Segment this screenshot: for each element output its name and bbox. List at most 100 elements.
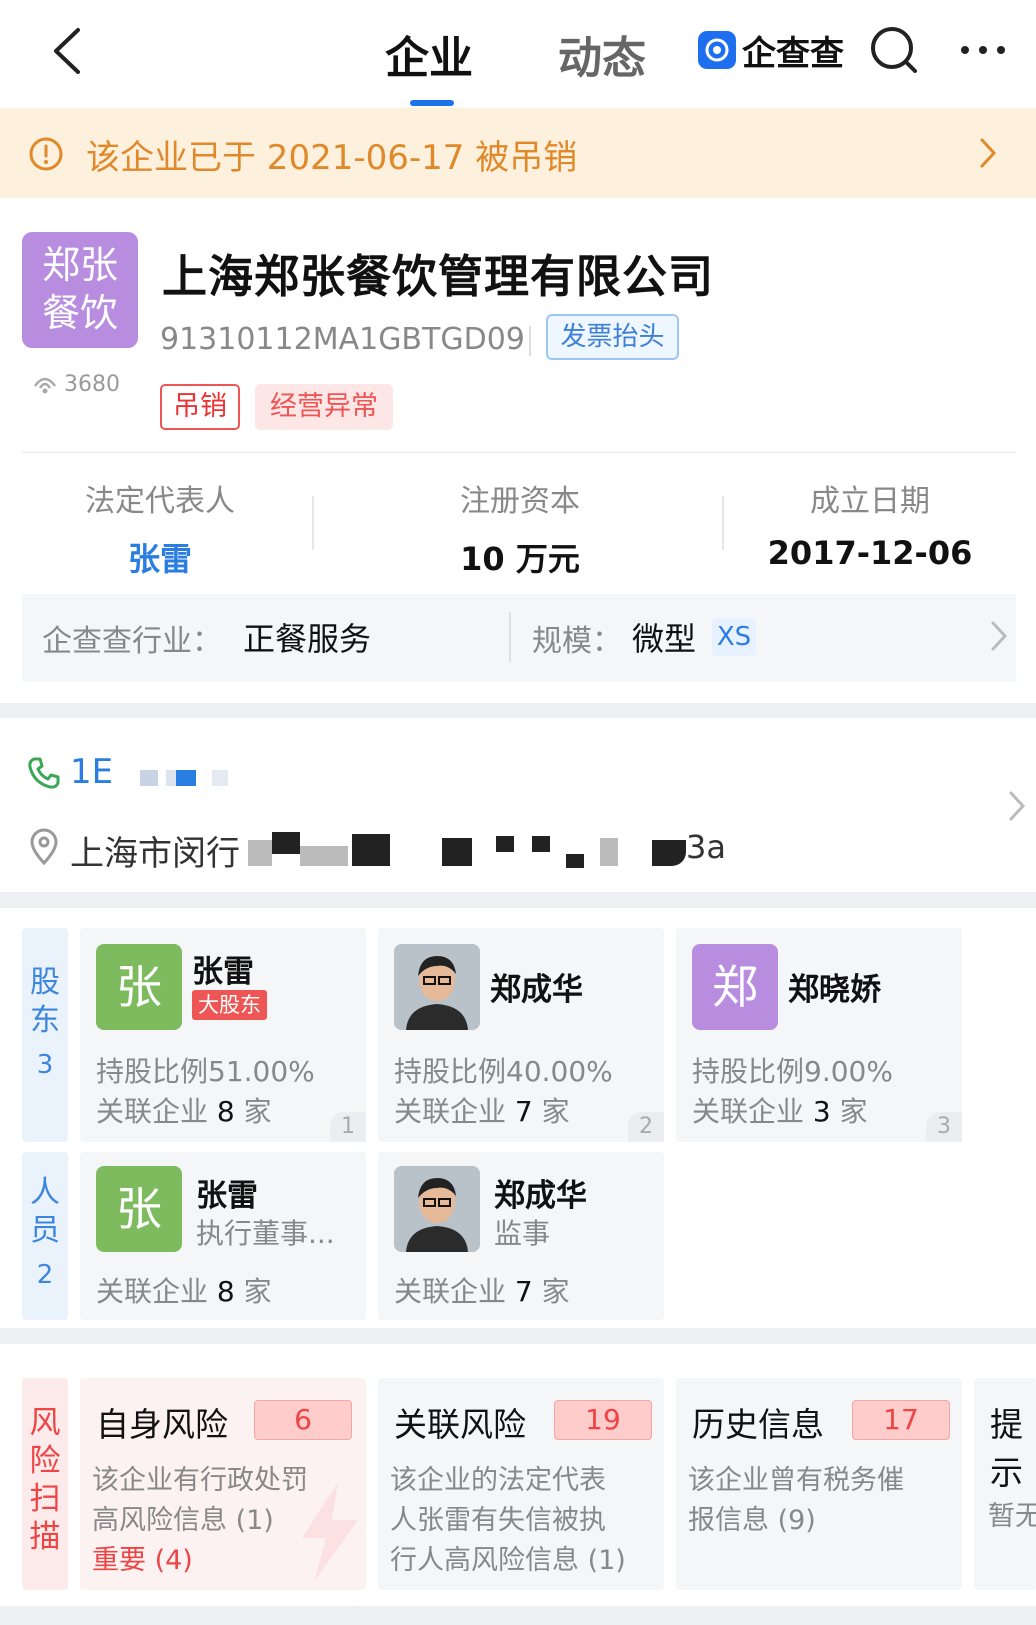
risk-count: 17 [852, 1400, 950, 1440]
redacted-block [352, 834, 390, 866]
qcc-logo-icon [698, 31, 736, 69]
industry-value: 正餐服务 [243, 620, 372, 658]
registered-capital: 注册资本 10 万元 [410, 476, 630, 580]
address-tail: 3a [686, 828, 726, 866]
risk-desc: 高风险信息 (1) [92, 1505, 274, 1536]
chevron-right-icon [1009, 791, 1026, 821]
redacted-block [300, 846, 348, 866]
founded-value: 2017-12-06 [767, 534, 973, 572]
founded-date: 成立日期 2017-12-06 [760, 476, 980, 572]
risk-card-hint[interactable]: 提示 暂无 [974, 1378, 1036, 1590]
risk-title: 自身风险 [96, 1405, 228, 1444]
risk-important: 重要 (4) [92, 1545, 193, 1576]
shareholder-card-2[interactable]: 郑成华 持股比例40.00% 关联企业 7 家 2 [378, 928, 664, 1142]
credit-code[interactable]: 91310112MA1GBTGD09 [160, 322, 525, 357]
risk-count: 6 [254, 1400, 352, 1440]
active-tab-indicator [410, 100, 454, 106]
view-count-value: 3680 [64, 372, 120, 397]
shareholder-card-1[interactable]: 张 张雷 大股东 持股比例51.00% 关联企业 8 家 1 [80, 928, 366, 1142]
share-ratio: 持股比例40.00% [394, 1055, 613, 1088]
risk-title: 提示 [990, 1405, 1023, 1492]
shareholder-card-3[interactable]: 郑 郑晓娇 持股比例9.00% 关联企业 3 家 3 [676, 928, 962, 1142]
shareholders-label: 股东 [30, 965, 60, 1038]
scale-label: 规模： [532, 624, 622, 659]
phone-number[interactable]: 1E [70, 752, 113, 792]
redacted-block [652, 840, 686, 866]
legal-representative: 法定代表人 张雷 [60, 476, 260, 580]
address[interactable]: 上海市闵行 [70, 826, 240, 875]
legal-rep-label: 法定代表人 [85, 484, 235, 519]
divider [722, 496, 724, 550]
shareholder-name: 张雷 [192, 954, 254, 990]
rank-index: 1 [330, 1112, 366, 1142]
staff-role: 监事 [494, 1217, 551, 1250]
rank-index: 2 [628, 1112, 664, 1142]
company-logo: 郑张 餐饮 [22, 232, 138, 348]
chevron-right-icon [991, 621, 1008, 651]
status-tag-abnormal[interactable]: 经营异常 [255, 384, 393, 430]
views-icon [33, 377, 57, 393]
related-companies: 关联企业 3 家 [692, 1095, 868, 1128]
divider [529, 326, 531, 356]
shareholders-tab[interactable]: 股东 3 [22, 928, 68, 1142]
phone-icon [28, 757, 60, 789]
related-companies: 关联企业 8 家 [96, 1275, 272, 1308]
search-icon[interactable] [868, 24, 920, 76]
company-name: 上海郑张餐饮管理有限公司 [162, 250, 715, 303]
risk-desc: 该企业曾有税务催 [688, 1465, 904, 1496]
risk-scan-label-text: 风险扫描 [29, 1405, 61, 1555]
invoice-title-button[interactable]: 发票抬头 [546, 314, 679, 360]
capital-label: 注册资本 [460, 484, 580, 519]
scale-value: 微型 [632, 620, 697, 658]
tab-company[interactable]: 企业 [385, 22, 473, 86]
avatar [394, 1166, 480, 1252]
risk-desc: 该企业的法定代表 [390, 1465, 606, 1496]
major-shareholder-badge: 大股东 [192, 990, 267, 1020]
view-count: 3680 [32, 372, 120, 397]
redacted-block [176, 770, 196, 786]
founded-label: 成立日期 [810, 484, 930, 519]
divider [509, 612, 511, 662]
avatar: 郑 [692, 944, 778, 1030]
legal-rep-link[interactable]: 张雷 [60, 534, 260, 580]
redacted-block [496, 836, 514, 852]
back-arrow-icon[interactable] [48, 26, 88, 76]
more-icon[interactable] [958, 40, 1008, 60]
location-pin-icon [30, 828, 58, 866]
capital-value: 10 万元 [460, 540, 580, 578]
risk-desc: 人张雷有失信被执 [390, 1505, 606, 1536]
risk-scan-label: 风险扫描 [22, 1378, 68, 1590]
person-photo-icon [394, 944, 480, 1030]
rank-index: 3 [926, 1112, 962, 1142]
risk-desc: 行人高风险信息 (1) [390, 1545, 626, 1576]
staff-label: 人员 [30, 1175, 60, 1248]
logo-line-1: 郑张 [41, 243, 118, 287]
risk-card-self[interactable]: 自身风险 6 该企业有行政处罚 高风险信息 (1) 重要 (4) [80, 1378, 366, 1590]
brand-logo: 企查查 [698, 28, 844, 74]
tab-news[interactable]: 动态 [558, 22, 646, 86]
related-companies: 关联企业 7 家 [394, 1095, 570, 1128]
staff-card-1[interactable]: 张 张雷 执行董事... 关联企业 8 家 [80, 1152, 366, 1320]
related-companies: 关联企业 7 家 [394, 1275, 570, 1308]
staff-name: 张雷 [196, 1178, 258, 1214]
redacted-block [166, 770, 176, 786]
share-ratio: 持股比例9.00% [692, 1055, 893, 1088]
redacted-block [600, 838, 618, 866]
redacted-block [212, 770, 228, 786]
risk-title: 历史信息 [692, 1405, 824, 1444]
info-icon [29, 137, 63, 171]
risk-card-related[interactable]: 关联风险 19 该企业的法定代表 人张雷有失信被执 行人高风险信息 (1) [378, 1378, 664, 1590]
staff-name: 郑成华 [494, 1178, 587, 1214]
shareholder-name: 郑晓娇 [788, 972, 881, 1008]
person-photo-icon [394, 1166, 480, 1252]
lightning-icon [302, 1482, 358, 1582]
risk-card-history[interactable]: 历史信息 17 该企业曾有税务催 报信息 (9) [676, 1378, 962, 1590]
avatar [394, 944, 480, 1030]
shareholder-name: 郑成华 [490, 972, 583, 1008]
staff-card-2[interactable]: 郑成华 监事 关联企业 7 家 [378, 1152, 664, 1320]
staff-tab[interactable]: 人员 2 [22, 1152, 68, 1320]
status-tag-revoked[interactable]: 吊销 [160, 384, 240, 430]
industry-label: 企查查行业： [42, 624, 222, 659]
risk-title: 关联风险 [394, 1405, 526, 1444]
avatar: 张 [96, 944, 182, 1030]
